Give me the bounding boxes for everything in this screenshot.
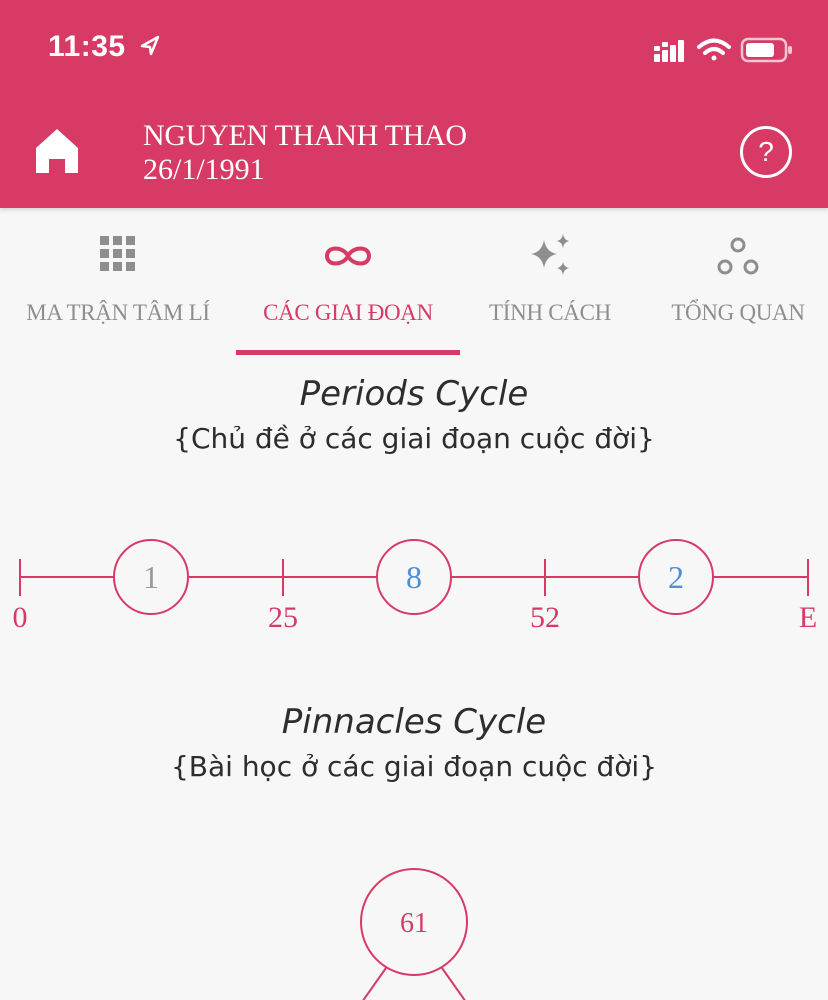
user-name: NGUYEN THANH THAO	[143, 119, 467, 152]
grid-icon	[100, 236, 135, 271]
pinnacles-diagram: 61	[360, 868, 468, 1000]
infinity-icon	[324, 246, 372, 266]
help-button[interactable]: ?	[740, 126, 792, 178]
tab-label: MA TRẬN TÂM LÍ	[26, 300, 210, 325]
tab-label: TỔNG QUAN	[671, 300, 805, 325]
active-tab-indicator	[236, 350, 460, 355]
battery-icon	[740, 37, 792, 63]
periods-timeline: 1 8 2 0 25 52 E	[13, 539, 817, 634]
location-arrow-icon	[140, 35, 160, 56]
status-time: 11:35	[48, 30, 160, 64]
question-icon: ?	[758, 136, 774, 167]
age-label: 52	[530, 601, 560, 634]
pinnacles-title: Pinnacles Cycle	[281, 702, 547, 742]
cellular-signal-icon	[654, 40, 684, 62]
pinnacle-connector	[441, 967, 466, 1000]
app-header: 11:35 NGUYEN THANH THAO 26/1/1991 ?	[0, 0, 828, 208]
pinnacle-connector	[362, 967, 387, 1000]
circles-icon	[717, 237, 759, 275]
pinnacle-number: 61	[400, 908, 428, 939]
tab-tong-quan[interactable]: TỔNG QUAN	[664, 208, 812, 356]
periods-title: Periods Cycle	[299, 374, 529, 414]
period-number: 8	[406, 559, 422, 595]
tab-label: TÍNH CÁCH	[489, 300, 611, 325]
tab-tinh-cach[interactable]: TÍNH CÁCH	[476, 208, 624, 356]
age-label: E	[799, 601, 817, 634]
wifi-icon	[697, 38, 731, 61]
sparkles-icon	[531, 234, 569, 275]
status-indicators	[654, 36, 794, 69]
home-button[interactable]	[34, 126, 80, 176]
age-label: 25	[268, 601, 298, 634]
age-label: 0	[13, 601, 28, 634]
periods-subtitle: {Chủ đề ở các giai đoạn cuộc đời}	[173, 422, 655, 455]
tab-bar: MA TRẬN TÂM LÍ CÁC GIAI ĐOẠN TÍNH CÁCH T…	[0, 208, 828, 356]
tab-label: CÁC GIAI ĐOẠN	[263, 300, 433, 325]
tab-ma-tran-tam-li[interactable]: MA TRẬN TÂM LÍ	[20, 208, 216, 356]
home-icon	[36, 129, 78, 173]
period-number: 1	[143, 559, 159, 595]
pinnacles-subtitle: {Bài học ở các giai đoạn cuộc đời}	[170, 750, 658, 783]
user-dob: 26/1/1991	[143, 153, 265, 186]
period-number: 2	[668, 559, 684, 595]
tab-cac-giai-doan[interactable]: CÁC GIAI ĐOẠN	[236, 208, 460, 356]
